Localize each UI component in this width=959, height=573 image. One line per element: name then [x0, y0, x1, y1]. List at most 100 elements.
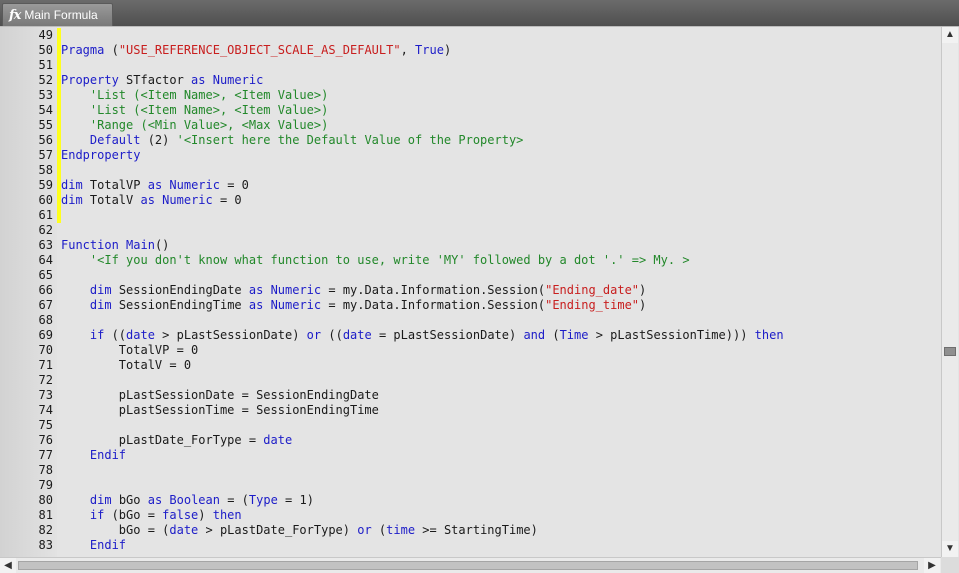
code-line[interactable]: 49 — [0, 28, 941, 43]
line-number: 71 — [38, 358, 53, 372]
code-line[interactable]: 64 '<If you don't know what function to … — [0, 253, 941, 268]
code-text[interactable]: '<If you don't know what function to use… — [61, 253, 690, 268]
code-line[interactable]: 77 Endif — [0, 448, 941, 463]
comment-token: '<Insert here the Default Value of the P… — [176, 133, 524, 147]
line-number: 49 — [38, 28, 53, 42]
code-line[interactable]: 55 'Range (<Min Value>, <Max Value>) — [0, 118, 941, 133]
string-token: "Ending_time" — [545, 298, 640, 312]
code-line[interactable]: 57 Endproperty — [0, 148, 941, 163]
horizontal-scrollbar[interactable]: ◀ ▶ — [0, 557, 941, 573]
string-token: "USE_REFERENCE_OBJECT_SCALE_AS_DEFAULT" — [118, 43, 401, 57]
line-number: 80 — [38, 493, 53, 507]
code-line[interactable]: 51 — [0, 58, 941, 73]
comment-token: 'List (<Item Name>, <Item Value>) — [89, 88, 329, 102]
code-text[interactable]: if (bGo = false) then — [61, 508, 242, 523]
keyword-token: as — [248, 283, 264, 297]
code-line[interactable]: 54 'List (<Item Name>, <Item Value>) — [0, 103, 941, 118]
keyword-token: and — [523, 328, 546, 342]
code-text[interactable]: TotalVP = 0 — [61, 343, 198, 358]
code-line[interactable]: 50 Pragma ("USE_REFERENCE_OBJECT_SCALE_AS… — [0, 43, 941, 58]
code-line[interactable]: 82 bGo = (date > pLastDate_ForType) or (… — [0, 523, 941, 538]
code-text[interactable]: if ((date > pLastSessionDate) or ((date … — [61, 328, 784, 343]
code-line[interactable]: 80 dim bGo as Boolean = (Type = 1) — [0, 493, 941, 508]
keyword-token: as — [147, 178, 163, 192]
code-line[interactable]: 66 dim SessionEndingDate as Numeric = my… — [0, 283, 941, 298]
arrow-left-icon[interactable]: ◀ — [0, 558, 16, 573]
tab-main-formula[interactable]: fx Main Formula — [2, 3, 113, 26]
code-line[interactable]: 69 if ((date > pLastSessionDate) or ((da… — [0, 328, 941, 343]
horizontal-scroll-thumb[interactable] — [18, 561, 918, 570]
code-text[interactable]: dim TotalVP as Numeric = 0 — [61, 178, 249, 193]
text-token: = 0 — [212, 193, 242, 207]
line-number: 67 — [38, 298, 53, 312]
code-text[interactable]: bGo = (date > pLastDate_ForType) or (tim… — [61, 523, 538, 538]
code-line[interactable]: 79 — [0, 478, 941, 493]
code-line[interactable]: 83 Endif — [0, 538, 941, 553]
code-line[interactable]: 65 — [0, 268, 941, 283]
code-line[interactable]: 59 dim TotalVP as Numeric = 0 — [0, 178, 941, 193]
code-line[interactable]: 60 dim TotalV as Numeric = 0 — [0, 193, 941, 208]
code-text[interactable]: Function Main() — [61, 238, 169, 253]
code-text[interactable]: Endif — [61, 448, 126, 463]
code-text[interactable]: 'Range (<Min Value>, <Max Value>) — [61, 118, 328, 133]
arrow-down-icon[interactable]: ▼ — [942, 541, 958, 557]
code-line[interactable]: 52 Property STfactor as Numeric — [0, 73, 941, 88]
text-token: ( — [371, 523, 387, 537]
code-line[interactable]: 61 — [0, 208, 941, 223]
code-text[interactable]: dim TotalV as Numeric = 0 — [61, 193, 242, 208]
code-text[interactable]: pLastSessionDate = SessionEndingDate — [61, 388, 379, 403]
code-line[interactable]: 74 pLastSessionTime = SessionEndingTime — [0, 403, 941, 418]
arrow-right-icon[interactable]: ▶ — [924, 558, 940, 573]
code-text[interactable]: Endproperty — [61, 148, 140, 163]
line-number: 83 — [38, 538, 53, 552]
code-line[interactable]: 63 Function Main() — [0, 238, 941, 253]
code-line[interactable]: 70 TotalVP = 0 — [0, 343, 941, 358]
line-number: 76 — [38, 433, 53, 447]
line-number: 57 — [38, 148, 53, 162]
text-token: pLastDate_ForType = — [61, 433, 264, 447]
keyword-token: Endif — [89, 538, 127, 552]
line-number: 50 — [38, 43, 53, 57]
code-text[interactable]: pLastDate_ForType = date — [61, 433, 292, 448]
line-number: 78 — [38, 463, 53, 477]
keyword-token: if — [89, 328, 105, 342]
vertical-scroll-thumb[interactable] — [944, 347, 956, 356]
code-text[interactable]: TotalV = 0 — [61, 358, 191, 373]
code-text[interactable]: Property STfactor as Numeric — [61, 73, 263, 88]
code-text[interactable]: pLastSessionTime = SessionEndingTime — [61, 403, 379, 418]
code-text[interactable]: dim SessionEndingTime as Numeric = my.Da… — [61, 298, 646, 313]
code-line[interactable]: 53 'List (<Item Name>, <Item Value>) — [0, 88, 941, 103]
arrow-up-icon[interactable]: ▲ — [942, 27, 958, 43]
code-line[interactable]: 56 Default (2) '<Insert here the Default… — [0, 133, 941, 148]
line-number: 77 — [38, 448, 53, 462]
text-token: ( — [545, 328, 560, 342]
comment-token: 'Range (<Min Value>, <Max Value>) — [89, 118, 329, 132]
code-text[interactable]: 'List (<Item Name>, <Item Value>) — [61, 103, 328, 118]
vertical-scrollbar[interactable]: ▲ ▼ — [941, 27, 958, 557]
code-line[interactable]: 58 — [0, 163, 941, 178]
code-text[interactable]: dim bGo as Boolean = (Type = 1) — [61, 493, 314, 508]
code-line[interactable]: 78 — [0, 463, 941, 478]
keyword-token: as — [191, 73, 206, 87]
code-text[interactable]: Pragma ("USE_REFERENCE_OBJECT_SCALE_AS_D… — [61, 43, 451, 58]
code-line[interactable]: 75 — [0, 418, 941, 433]
line-number: 74 — [38, 403, 53, 417]
code-line[interactable]: 81 if (bGo = false) then — [0, 508, 941, 523]
code-line[interactable]: 71 TotalV = 0 — [0, 358, 941, 373]
code-line[interactable]: 67 dim SessionEndingTime as Numeric = my… — [0, 298, 941, 313]
code-line[interactable]: 72 — [0, 373, 941, 388]
code-line[interactable]: 68 — [0, 313, 941, 328]
code-line[interactable]: 73 pLastSessionDate = SessionEndingDate — [0, 388, 941, 403]
text-token: SessionEndingDate — [111, 283, 249, 297]
code-text[interactable]: Endif — [61, 538, 126, 553]
code-line[interactable]: 76 pLastDate_ForType = date — [0, 433, 941, 448]
code-line[interactable]: 62 — [0, 223, 941, 238]
code-text[interactable]: Default (2) '<Insert here the Default Va… — [61, 133, 523, 148]
code-text[interactable]: dim SessionEndingDate as Numeric = my.Da… — [61, 283, 646, 298]
code-text[interactable]: 'List (<Item Name>, <Item Value>) — [61, 88, 328, 103]
line-number: 72 — [38, 373, 53, 387]
keyword-token: Time — [559, 328, 589, 342]
